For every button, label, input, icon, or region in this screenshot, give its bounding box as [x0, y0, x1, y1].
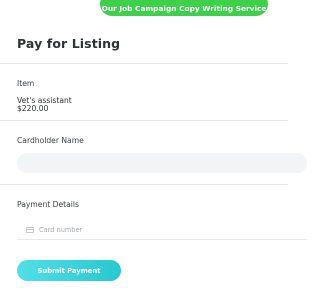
service-banner-button[interactable]: Our Job Campaign Copy Writing Service [100, 0, 268, 16]
card-number-field[interactable] [17, 220, 307, 240]
payment-page: Our Job Campaign Copy Writing Service Pa… [0, 0, 307, 288]
credit-card-icon [26, 226, 34, 233]
cardholder-divider [0, 184, 288, 185]
item-label: Item [17, 79, 35, 88]
submit-payment-button[interactable]: Submit Payment [17, 260, 121, 281]
cardholder-label: Cardholder Name [17, 136, 84, 145]
cardholder-name-input[interactable] [17, 153, 307, 173]
card-number-input[interactable] [39, 225, 239, 234]
page-title: Pay for Listing [17, 36, 121, 51]
payment-details-label: Payment Details [17, 200, 79, 209]
item-price: $220.00 [17, 104, 49, 113]
title-divider [0, 63, 288, 64]
service-banner-label: Our Job Campaign Copy Writing Service [101, 3, 267, 13]
submit-payment-label: Submit Payment [37, 266, 101, 275]
item-divider [0, 120, 288, 121]
